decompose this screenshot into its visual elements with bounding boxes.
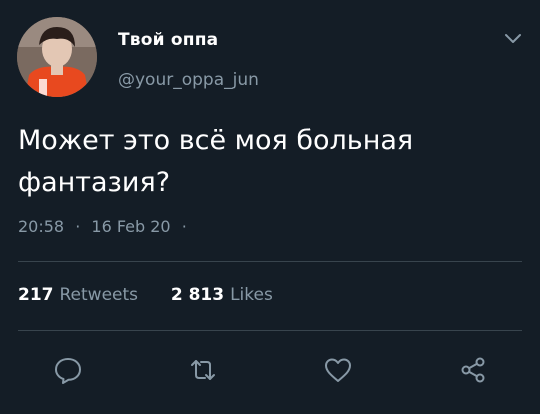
separator-dot: · [181,217,187,236]
likes-stat[interactable]: 2 813 Likes [165,285,273,305]
divider [18,330,522,331]
tweet-card: Твой оппа @your_oppa_jun Может это всё м… [0,0,540,414]
avatar-photo [17,17,97,97]
share-icon[interactable] [458,355,488,385]
likes-count: 2 813 [170,285,225,305]
separator-dot: · [75,217,81,236]
username[interactable]: @your_oppa_jun [118,70,259,90]
divider [18,261,522,262]
likes-label: Likes [230,285,273,305]
retweets-stat[interactable]: 217 Retweets [18,285,143,305]
heart-icon[interactable] [323,355,353,385]
tweet-text-line: фантазия? [18,167,171,198]
avatar[interactable] [17,17,97,97]
tweet-timestamp[interactable]: 20:58 · 16 Feb 20 · [18,217,187,236]
tweet-time: 20:58 [18,217,65,236]
display-name[interactable]: Твой оппа [118,30,218,50]
retweet-icon[interactable] [188,355,218,385]
chevron-down-icon[interactable] [502,30,524,48]
retweets-label: Retweets [59,285,139,305]
tweet-date: 16 Feb 20 [91,217,171,236]
reply-icon[interactable] [53,355,83,385]
tweet-text: Может это всё моя больная фантазия? [18,120,518,204]
tweet-stats: 217 Retweets 2 813 Likes [18,285,273,305]
retweets-count: 217 [18,285,54,305]
tweet-text-line: Может это всё моя больная [18,125,414,156]
